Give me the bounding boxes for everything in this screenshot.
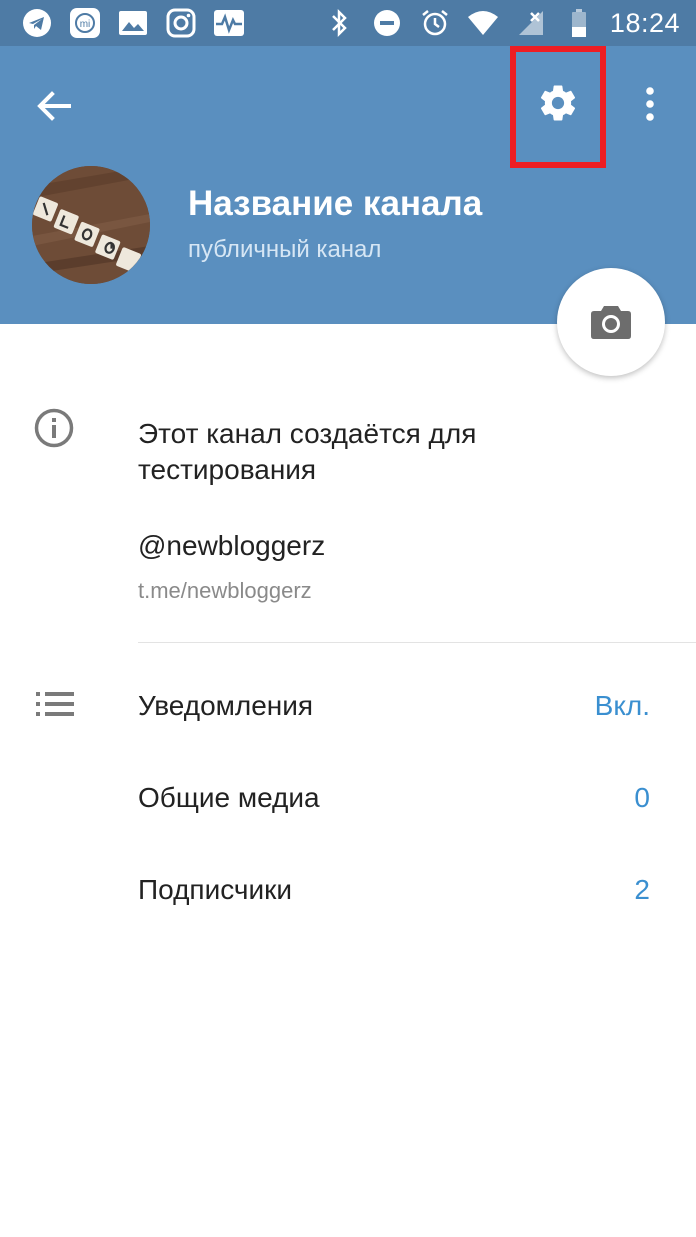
notifications-label: Уведомления xyxy=(138,690,314,721)
subscribers-count: 2 xyxy=(634,874,650,905)
section-divider xyxy=(138,642,696,643)
channel-link[interactable]: t.me/newbloggerz xyxy=(138,578,312,604)
channel-type: публичный канал xyxy=(188,236,382,263)
status-bar-system: 18:24 xyxy=(322,6,680,40)
more-vertical-icon xyxy=(646,87,654,121)
blog-tiles-image xyxy=(32,166,150,284)
activity-icon xyxy=(212,6,246,40)
status-bar: mi 18:24 xyxy=(0,0,696,46)
set-photo-button[interactable] xyxy=(557,268,665,376)
shared-media-label: Общие медиа xyxy=(138,782,320,813)
bluetooth-icon xyxy=(322,6,356,40)
status-time: 18:24 xyxy=(609,7,680,38)
shared-media-count: 0 xyxy=(634,782,650,813)
status-bar-notifications: mi xyxy=(20,6,246,40)
more-options-button[interactable] xyxy=(628,78,672,130)
channel-avatar[interactable] xyxy=(32,166,150,284)
subscribers-row[interactable]: Подписчики 2 xyxy=(0,850,696,930)
wifi-icon xyxy=(466,6,500,40)
channel-description: Этот канал создаётся для тестирования xyxy=(138,418,477,485)
signal-icon xyxy=(514,6,548,40)
subscribers-label: Подписчики xyxy=(138,874,293,905)
camera-icon xyxy=(591,306,631,339)
gallery-icon xyxy=(116,6,150,40)
arrow-back-icon xyxy=(37,91,71,121)
channel-username[interactable]: @newbloggerz xyxy=(138,530,325,562)
settings-button[interactable] xyxy=(531,76,585,130)
channel-title: Название канала xyxy=(188,184,483,223)
back-button[interactable] xyxy=(30,82,78,130)
do-not-disturb-icon xyxy=(370,6,404,40)
mi-icon: mi xyxy=(68,6,102,40)
instagram-icon xyxy=(164,6,198,40)
list-icon xyxy=(36,692,74,722)
shared-media-row[interactable]: Общие медиа 0 xyxy=(0,758,696,838)
alarm-icon xyxy=(418,6,452,40)
battery-icon xyxy=(562,6,596,40)
info-icon xyxy=(34,408,74,448)
telegram-icon xyxy=(20,6,54,40)
notifications-value: Вкл. xyxy=(594,690,650,721)
svg-text:mi: mi xyxy=(80,19,91,30)
gear-icon xyxy=(540,85,576,121)
notifications-row[interactable]: Уведомления Вкл. xyxy=(0,666,696,746)
